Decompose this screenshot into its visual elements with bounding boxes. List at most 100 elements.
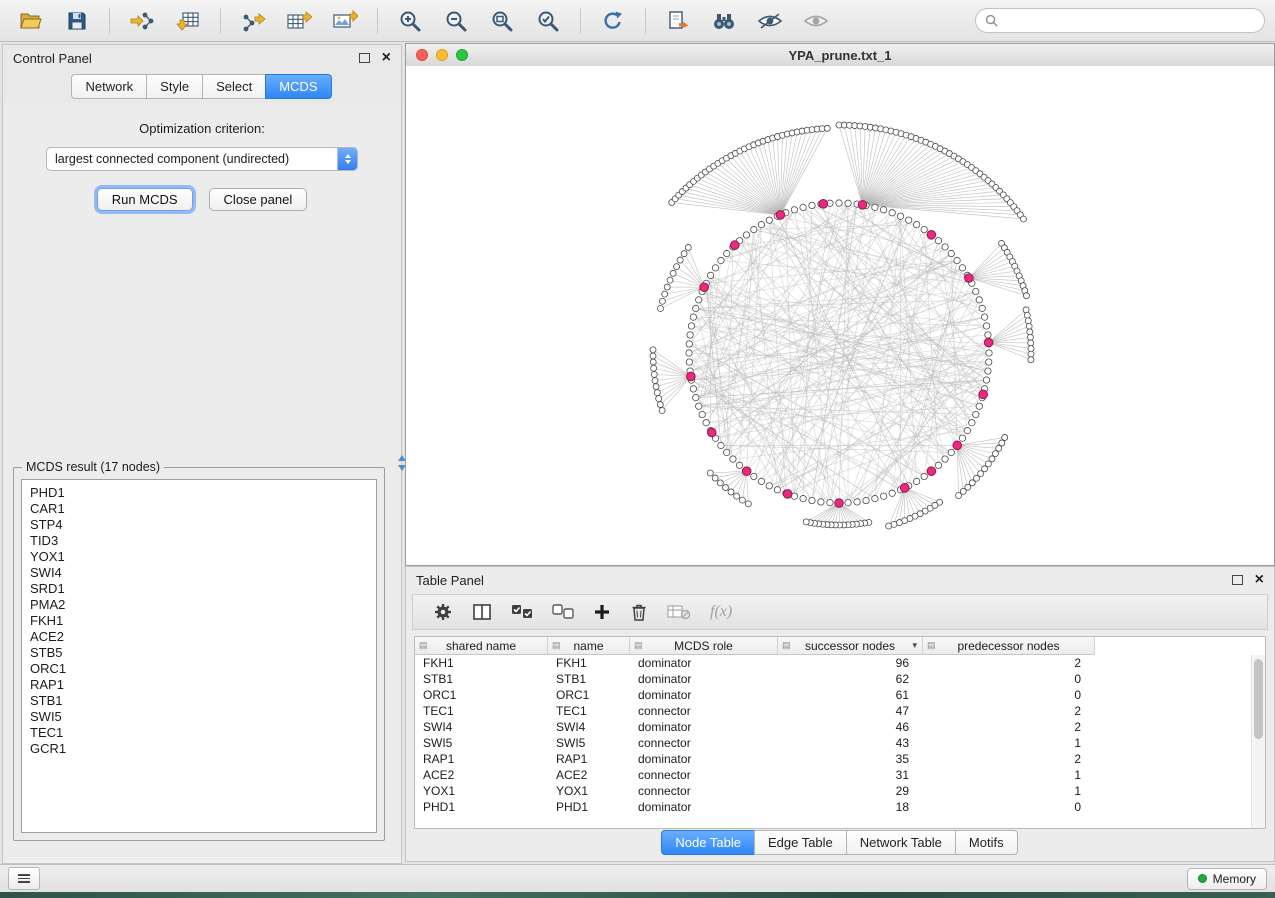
table-body[interactable]: FKH1FKH1dominator962STB1STB1dominator620… (415, 655, 1265, 815)
mcds-result-list[interactable]: PHD1CAR1STP4TID3YOX1SWI4SRD1PMA2FKH1ACE2… (21, 479, 377, 833)
menu-icon (18, 874, 30, 876)
table-panel-tabs: Node TableEdge TableNetwork TableMotifs (406, 830, 1274, 855)
cell-shared-name: TEC1 (415, 704, 548, 718)
float-table-panel-button[interactable] (1232, 575, 1243, 585)
table-toolbar: f(x) (412, 594, 1268, 630)
criterion-dropdown[interactable]: largest connected component (undirected) (46, 147, 358, 171)
mcds-result-item[interactable]: ORC1 (30, 661, 376, 677)
run-mcds-button[interactable]: Run MCDS (97, 188, 193, 211)
table-settings-button[interactable] (433, 602, 453, 622)
mcds-panel-content: Optimization criterion: largest connecte… (3, 103, 401, 863)
table-row[interactable]: SWI5SWI5connector431 (415, 735, 1265, 751)
network-canvas[interactable] (406, 66, 1274, 565)
table-tab-network-table[interactable]: Network Table (846, 830, 956, 855)
table-tab-node-table[interactable]: Node Table (661, 830, 755, 855)
mcds-result-item[interactable]: SWI4 (30, 565, 376, 581)
show-details-button[interactable] (795, 4, 837, 38)
table-tab-motifs[interactable]: Motifs (955, 830, 1018, 855)
mcds-result-item[interactable]: FKH1 (30, 613, 376, 629)
search-input[interactable] (1004, 12, 1255, 29)
cell-name: ORC1 (548, 688, 630, 702)
global-search-field[interactable] (975, 8, 1265, 33)
mcds-result-item[interactable]: TID3 (30, 533, 376, 549)
function-builder-button-disabled: f(x) (710, 603, 732, 621)
zoom-in-button[interactable] (389, 4, 431, 38)
zoom-in-icon (398, 9, 422, 33)
memory-label: Memory (1213, 872, 1256, 886)
table-row[interactable]: FKH1FKH1dominator962 (415, 655, 1265, 671)
mcds-result-item[interactable]: PMA2 (30, 597, 376, 613)
table-row[interactable]: YOX1YOX1connector291 (415, 783, 1265, 799)
mcds-result-item[interactable]: SRD1 (30, 581, 376, 597)
column-header-mcds-role[interactable]: ▤MCDS role (630, 637, 778, 655)
eye-slash-icon (757, 11, 783, 31)
float-panel-button[interactable] (359, 53, 370, 63)
window-close-button[interactable] (416, 49, 428, 61)
zoom-out-button[interactable] (435, 4, 477, 38)
mcds-result-item[interactable]: YOX1 (30, 549, 376, 565)
mcds-result-item[interactable]: STB5 (30, 645, 376, 661)
window-zoom-button[interactable] (456, 49, 468, 61)
import-network-button[interactable] (121, 4, 163, 38)
table-tab-edge-table[interactable]: Edge Table (754, 830, 847, 855)
mcds-result-item[interactable]: RAP1 (30, 677, 376, 693)
column-header-name[interactable]: ▤name (548, 637, 630, 655)
mcds-result-item[interactable]: STB1 (30, 693, 376, 709)
mcds-result-item[interactable]: STP4 (30, 517, 376, 533)
close-panel-action-button[interactable]: Close panel (209, 188, 308, 211)
apply-layout-button[interactable] (592, 4, 634, 38)
share-document-button[interactable] (657, 4, 699, 38)
mcds-result-item[interactable]: SWI5 (30, 709, 376, 725)
optimization-criterion-label: Optimization criterion: (3, 121, 401, 136)
table-scrollbar[interactable] (1251, 655, 1265, 828)
show-panels-menu-button[interactable] (8, 867, 40, 890)
tab-style[interactable]: Style (146, 74, 203, 99)
zoom-fit-button[interactable] (481, 4, 523, 38)
show-columns-button[interactable] (472, 602, 492, 622)
mcds-result-item[interactable]: ACE2 (30, 629, 376, 645)
cell-successor-nodes: 46 (778, 720, 923, 734)
column-header-shared-name[interactable]: ▤shared name (415, 637, 548, 655)
mcds-result-item[interactable]: TEC1 (30, 725, 376, 741)
sort-caret-icon: ▾ (912, 640, 917, 651)
cell-mcds-role: connector (630, 768, 778, 782)
scrollbar-thumb[interactable] (1254, 659, 1263, 739)
dropdown-stepper-icon (337, 147, 357, 171)
export-image-button[interactable] (324, 4, 366, 38)
close-table-panel-button[interactable]: × (1255, 572, 1264, 588)
table-row[interactable]: SWI4SWI4dominator462 (415, 719, 1265, 735)
column-type-icon: ▤ (782, 640, 791, 651)
network-window-titlebar[interactable]: YPA_prune.txt_1 (406, 44, 1274, 67)
column-label: predecessor nodes (957, 639, 1059, 653)
table-row[interactable]: RAP1RAP1dominator352 (415, 751, 1265, 767)
tab-mcds[interactable]: MCDS (265, 74, 331, 99)
column-header-predecessor-nodes[interactable]: ▤predecessor nodes (923, 637, 1095, 655)
tab-network[interactable]: Network (71, 74, 147, 99)
add-column-button[interactable] (593, 603, 611, 621)
hide-details-button[interactable] (749, 4, 791, 38)
table-row[interactable]: ACE2ACE2connector311 (415, 767, 1265, 783)
table-row[interactable]: ORC1ORC1dominator610 (415, 687, 1265, 703)
mcds-result-item[interactable]: PHD1 (30, 485, 376, 501)
save-session-button[interactable] (56, 4, 98, 38)
mcds-result-item[interactable]: CAR1 (30, 501, 376, 517)
cell-predecessor-nodes: 2 (923, 752, 1095, 766)
table-row[interactable]: STB1STB1dominator620 (415, 671, 1265, 687)
export-network-button[interactable] (232, 4, 274, 38)
export-table-button[interactable] (278, 4, 320, 38)
deselect-all-button[interactable] (552, 604, 574, 620)
zoom-selected-button[interactable] (527, 4, 569, 38)
tab-select[interactable]: Select (202, 74, 266, 99)
open-file-button[interactable] (10, 4, 52, 38)
table-row[interactable]: PHD1PHD1dominator180 (415, 799, 1265, 815)
column-header-successor-nodes[interactable]: ▤successor nodes▾ (778, 637, 923, 655)
mcds-result-item[interactable]: GCR1 (30, 741, 376, 757)
window-minimize-button[interactable] (436, 49, 448, 61)
select-all-button[interactable] (511, 604, 533, 620)
search-network-button[interactable] (703, 4, 745, 38)
close-panel-button[interactable]: × (382, 50, 391, 66)
table-row[interactable]: TEC1TEC1connector472 (415, 703, 1265, 719)
import-table-button[interactable] (167, 4, 209, 38)
delete-column-button[interactable] (630, 602, 648, 622)
memory-button[interactable]: Memory (1187, 868, 1267, 890)
